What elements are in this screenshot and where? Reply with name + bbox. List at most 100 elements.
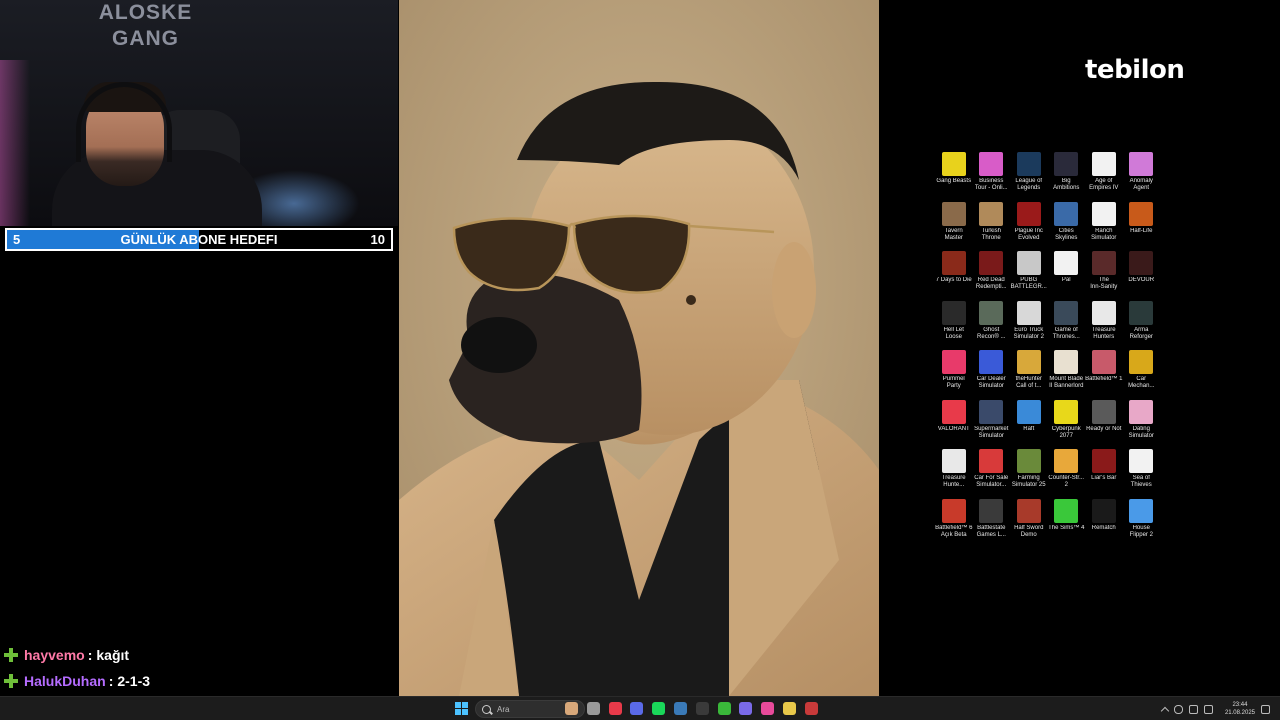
desktop-shortcut[interactable]: Ranch Simulator [1085, 200, 1123, 250]
notification-icon[interactable] [1261, 704, 1270, 714]
shortcut-label: PUBG BATTLEGR... [1010, 277, 1047, 290]
desktop-shortcut[interactable]: Pal [1048, 249, 1086, 299]
app-icon [1129, 251, 1154, 275]
media-player-icon[interactable] [804, 702, 818, 715]
microphone-icon[interactable] [1173, 704, 1183, 714]
desktop-shortcut[interactable]: Car Mechan... [1123, 348, 1161, 398]
desktop-shortcut[interactable]: Half-Life [1123, 200, 1161, 250]
app-icon [979, 152, 1004, 176]
shortcut-label: Car For Sale Simulator... [974, 475, 1009, 488]
app-icon [979, 498, 1004, 523]
desktop-shortcut[interactable]: 7 Days to Die [935, 249, 973, 299]
chat-username[interactable]: HalukDuhan [24, 673, 106, 689]
desktop-shortcut[interactable]: Turkish Throne [973, 200, 1011, 250]
desktop-shortcut[interactable]: Euro Truck Simulator 2 [1010, 299, 1048, 349]
desktop-shortcut[interactable]: Game of Thrones... [1048, 299, 1086, 349]
desktop-shortcut[interactable]: Liar's Bar [1085, 447, 1123, 497]
desktop-shortcut[interactable]: Supermarket Simulator [973, 398, 1011, 448]
photo-app-icon[interactable] [565, 702, 578, 715]
desktop-shortcut[interactable]: Anomaly Agent [1123, 150, 1161, 200]
desktop-shortcut[interactable]: PUBG BATTLEGR... [1010, 249, 1048, 299]
desktop-shortcut[interactable]: Treasure Hunte... [935, 447, 973, 497]
desktop-shortcut[interactable]: Mount Blade II Bannerlord [1048, 348, 1086, 398]
clock-date: 21.08.2025 [1224, 710, 1255, 716]
desktop-shortcut[interactable]: Ghost Recon® ... [973, 299, 1011, 349]
app-icon [1016, 449, 1041, 473]
desktop-shortcut[interactable]: House Flipper 2 [1123, 497, 1161, 547]
shortcut-label: Pal [1061, 277, 1071, 283]
desktop-shortcut[interactable]: Pummel Party [935, 348, 973, 398]
desktop-shortcut[interactable]: theHunter Call of t... [1010, 348, 1048, 398]
spotify-icon[interactable] [652, 702, 666, 715]
desktop-shortcut[interactable]: Hell Let Loose [935, 299, 973, 349]
steam-icon[interactable] [674, 702, 687, 715]
desktop-shortcut[interactable]: Farming Simulator 25 [1010, 447, 1048, 497]
desktop-shortcut[interactable]: Business Tour - Onli... [973, 150, 1011, 200]
desktop-shortcut[interactable]: Car For Sale Simulator... [973, 447, 1011, 497]
desktop-shortcut[interactable]: Ready or Not [1085, 398, 1123, 448]
desktop-shortcut[interactable]: Cities Skylines [1048, 200, 1086, 250]
desktop-shortcut[interactable]: Tavern Master [935, 200, 973, 250]
desktop-shortcut[interactable]: Dating Simulator [1123, 398, 1161, 448]
shortcut-label: Plague Inc Evolved [1014, 227, 1043, 241]
chat-username[interactable]: hayvemo [24, 647, 85, 663]
desktop-shortcut[interactable]: Car Dealer Simulator [973, 348, 1011, 398]
desktop-shortcut[interactable]: Plague Inc Evolved [1010, 200, 1048, 250]
desktop-shortcut[interactable]: Battlefield™ 1 [1085, 348, 1123, 398]
taskbar-clock[interactable]: 23:44 21.08.2025 [1225, 701, 1255, 717]
desktop-shortcut[interactable]: DEVOUR [1123, 249, 1161, 299]
shortcut-label: DEVOUR [1128, 277, 1155, 283]
desktop-shortcut[interactable]: Half Sword Demo [1010, 497, 1048, 547]
app-icon [941, 300, 966, 325]
opera-icon[interactable] [608, 702, 622, 715]
chevron-up-icon[interactable] [1160, 706, 1170, 715]
start-button[interactable] [455, 702, 469, 716]
desktop-shortcut[interactable]: The Inn-Sanity [1085, 249, 1123, 299]
shortcut-label: The Inn-Sanity [1090, 277, 1118, 290]
desktop-shortcut[interactable]: The Sims™ 4 [1048, 497, 1086, 547]
desktop-shortcut[interactable]: Gang Beasts [935, 150, 973, 200]
desktop-shortcut[interactable]: Treasure Hunters [1085, 299, 1123, 349]
discord-icon[interactable] [630, 702, 644, 715]
shortcut-label: Dating Simulator [1128, 425, 1154, 439]
search-placeholder: Ara [497, 704, 510, 714]
volume-icon[interactable] [1203, 704, 1213, 714]
desktop-shortcut[interactable]: Big Ambitions [1048, 150, 1086, 200]
desktop-shortcut[interactable]: Arma Reforger [1123, 299, 1161, 349]
app-icon [1054, 399, 1079, 424]
network-icon[interactable] [1188, 704, 1198, 714]
desktop-shortcut[interactable]: VALORANT [935, 398, 973, 448]
app-icon [979, 399, 1004, 424]
files-app-icon[interactable] [586, 702, 600, 715]
desktop-shortcut[interactable]: Battlestate Games L... [973, 497, 1011, 547]
app-icon [979, 350, 1004, 374]
desktop-shortcut[interactable]: Counter-Str... 2 [1048, 447, 1086, 497]
shortcut-label: Rematch [1091, 524, 1116, 531]
shortcut-label: Anomaly Agent [1129, 178, 1153, 191]
shortcut-label: Treasure Hunters [1091, 326, 1116, 340]
desktop-shortcut[interactable]: Battlefield™ 6 Açık Beta [935, 497, 973, 547]
shortcut-label: Battlefield™ 1 [1085, 376, 1123, 382]
desktop-shortcut[interactable]: Rematch [1085, 497, 1123, 547]
desktop-shortcut[interactable]: League of Legends [1010, 150, 1048, 200]
chat-separator: : [87, 647, 93, 663]
subscriber-badge-icon [4, 648, 18, 662]
desktop-shortcut[interactable]: Age of Empires IV [1085, 150, 1123, 200]
app-icon [1091, 251, 1116, 275]
app-icon [941, 399, 966, 424]
ambient-light-left [0, 60, 30, 226]
shortcut-label: Ready or Not [1086, 425, 1122, 432]
desktop-shortcut[interactable]: Cyberpunk 2077 [1048, 398, 1086, 448]
file-explorer-icon[interactable] [783, 702, 796, 715]
shortcut-label: Hell Let Loose [943, 326, 964, 340]
desktop-shortcut[interactable]: Raft [1010, 398, 1048, 448]
desktop-shortcut[interactable]: Red Dead Redempti... [973, 249, 1011, 299]
shortcut-label: Cities Skylines [1055, 227, 1078, 241]
wall-sign-line: ALOSKE [98, 1, 193, 24]
instagram-icon[interactable] [761, 702, 775, 715]
shortcut-label: Car Dealer Simulator [976, 376, 1006, 389]
xbox-icon[interactable] [717, 702, 731, 715]
desktop-shortcut[interactable]: Sea of Thieves [1123, 447, 1161, 497]
teams-icon[interactable] [739, 702, 753, 715]
epic-icon[interactable] [695, 702, 709, 715]
